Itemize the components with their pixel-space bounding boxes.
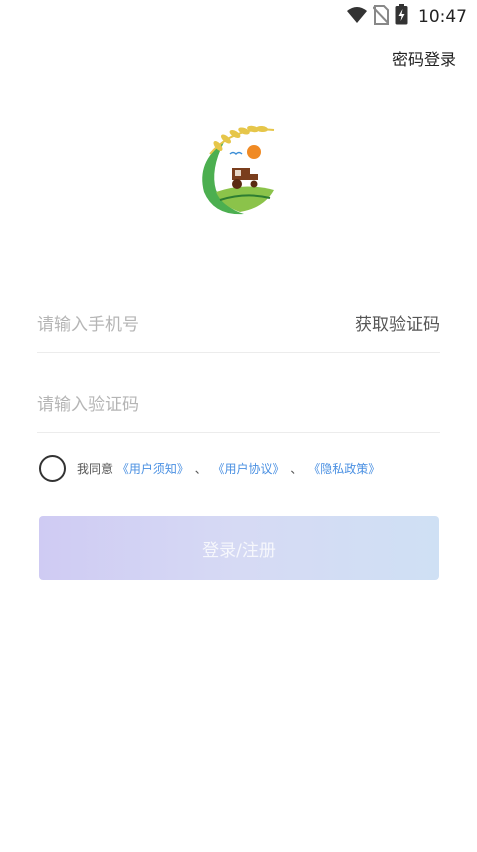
agree-separator: 、 [194, 461, 207, 476]
get-code-button[interactable]: 获取验证码 [355, 310, 440, 335]
app-logo [194, 122, 280, 218]
login-register-button[interactable]: 登录/注册 [39, 516, 439, 580]
password-login-link[interactable]: 密码登录 [392, 46, 456, 70]
agreement-row: 我同意 《用户须知》 、 《用户协议》 、 《隐私政策》 [39, 452, 380, 484]
status-icons: 10:47 [347, 4, 467, 29]
phone-input[interactable]: 请输入手机号 获取验证码 [37, 296, 440, 353]
privacy-policy-link[interactable]: 《隐私政策》 [308, 462, 380, 476]
user-agreement-link[interactable]: 《用户协议》 [213, 462, 285, 476]
battery-charging-icon [395, 4, 408, 29]
status-time: 10:47 [418, 6, 467, 27]
code-input-placeholder: 请输入验证码 [37, 395, 139, 415]
phone-input-placeholder: 请输入手机号 [37, 315, 139, 335]
code-input[interactable]: 请输入验证码 [37, 376, 440, 433]
user-notice-link[interactable]: 《用户须知》 [117, 462, 189, 476]
agreement-text: 我同意 《用户须知》 、 《用户协议》 、 《隐私政策》 [77, 460, 380, 477]
agree-radio[interactable] [39, 454, 66, 482]
no-sim-icon [372, 4, 390, 29]
agree-prefix: 我同意 [77, 461, 114, 476]
wifi-icon [347, 6, 367, 28]
login-screen: 10:47 密码登录 请输入手机号 获取验证码 请输入验证码 我同意 《用户须知… [0, 0, 477, 852]
agree-separator: 、 [290, 461, 303, 476]
status-bar: 10:47 [0, 0, 477, 32]
